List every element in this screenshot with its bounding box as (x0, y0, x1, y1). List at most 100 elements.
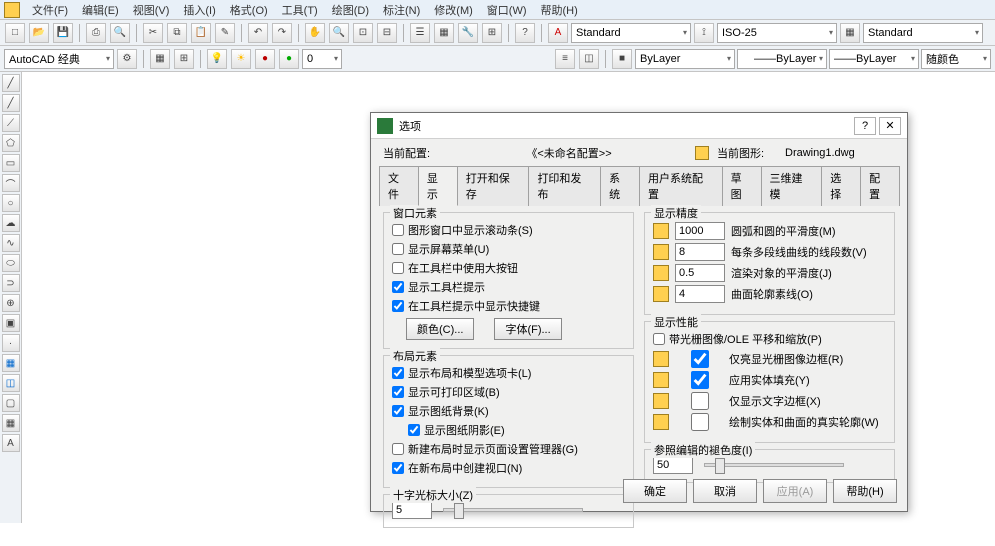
rect-icon[interactable]: ▭ (2, 154, 20, 172)
chk-tooltips[interactable]: 显示工具栏提示 (392, 279, 625, 295)
table-icon[interactable]: ▦ (2, 414, 20, 432)
block-icon[interactable]: ▣ (2, 314, 20, 332)
tab-select[interactable]: 选择 (821, 166, 861, 206)
pline-icon[interactable]: ⟋ (2, 114, 20, 132)
match-icon[interactable]: ✎ (215, 23, 235, 43)
pan-icon[interactable]: ✋ (305, 23, 325, 43)
crosshair-input[interactable] (392, 501, 432, 519)
textstyle-icon[interactable]: A (548, 23, 568, 43)
chk-viewport[interactable]: 在新布局中创建视口(N) (392, 460, 625, 476)
fade-input[interactable] (653, 456, 693, 474)
menu-view[interactable]: 视图(V) (127, 0, 176, 20)
ellipsearc-icon[interactable]: ⊃ (2, 274, 20, 292)
arc-smooth-input[interactable] (675, 222, 725, 240)
apply-button[interactable]: 应用(A) (763, 479, 827, 503)
redo-icon[interactable]: ↷ (272, 23, 292, 43)
line-icon[interactable]: ╱ (2, 74, 20, 92)
circle-icon[interactable]: ○ (2, 194, 20, 212)
copy-icon[interactable]: ⧉ (167, 23, 187, 43)
ok-button[interactable]: 确定 (623, 479, 687, 503)
menu-draw[interactable]: 绘图(D) (326, 0, 375, 20)
menu-dim[interactable]: 标注(N) (377, 0, 426, 20)
lock-icon[interactable]: ● (255, 49, 275, 69)
chk-layouttabs[interactable]: 显示布局和模型选项卡(L) (392, 365, 625, 381)
layermgr-icon[interactable]: ≡ (555, 49, 575, 69)
tab-display[interactable]: 显示 (418, 166, 458, 206)
chk-scrollbars[interactable]: 图形窗口中显示滚动条(S) (392, 222, 625, 238)
crosshair-slider[interactable] (443, 508, 583, 512)
close-button[interactable]: ✕ (879, 117, 901, 135)
grid-icon[interactable]: ▦ (150, 49, 170, 69)
ellipse-icon[interactable]: ⬭ (2, 254, 20, 272)
cut-icon[interactable]: ✂ (143, 23, 163, 43)
fonts-button[interactable]: 字体(F)... (494, 318, 561, 340)
menu-file[interactable]: 文件(F) (26, 0, 74, 20)
tab-system[interactable]: 系统 (600, 166, 640, 206)
snap-icon[interactable]: ⊞ (174, 49, 194, 69)
revcloud-icon[interactable]: ☁ (2, 214, 20, 232)
textstyle-dropdown[interactable]: Standard (571, 23, 691, 43)
help-icon[interactable]: ? (515, 23, 535, 43)
chk-textframe[interactable]: 仅显示文字边框(X) (675, 392, 821, 410)
layer-num[interactable]: 0 (302, 49, 342, 69)
chk-screenmenu[interactable]: 显示屏幕菜单(U) (392, 241, 625, 257)
print-icon[interactable]: ⎙ (86, 23, 106, 43)
chk-raster[interactable]: 仅亮显光栅图像边框(R) (675, 350, 843, 368)
gradient-icon[interactable]: ◫ (2, 374, 20, 392)
chk-shortcuts[interactable]: 在工具栏提示中显示快捷键 (392, 298, 625, 314)
chk-solidfill[interactable]: 应用实体填充(Y) (675, 371, 810, 389)
zoom-icon[interactable]: 🔍 (329, 23, 349, 43)
fade-slider[interactable] (704, 463, 844, 467)
color-swatch[interactable]: ■ (612, 49, 632, 69)
arc-icon[interactable]: ⌒ (2, 174, 20, 192)
open-icon[interactable]: 📂 (29, 23, 49, 43)
new-icon[interactable]: □ (5, 23, 25, 43)
paste-icon[interactable]: 📋 (191, 23, 211, 43)
freeze-icon[interactable]: ☀ (231, 49, 251, 69)
menu-edit[interactable]: 编辑(E) (76, 0, 125, 20)
menu-insert[interactable]: 插入(I) (177, 0, 221, 20)
colors-button[interactable]: 颜色(C)... (406, 318, 474, 340)
zoomp-icon[interactable]: ⊟ (377, 23, 397, 43)
hatch-icon[interactable]: ▦ (2, 354, 20, 372)
props-icon[interactable]: ☰ (410, 23, 430, 43)
dc-icon[interactable]: ▦ (434, 23, 454, 43)
lwt-dropdown[interactable]: 随颜色 (921, 49, 991, 69)
tab-3d[interactable]: 三维建模 (761, 166, 823, 206)
chk-paperbg[interactable]: 显示图纸背景(K) (392, 403, 625, 419)
workspace-dropdown[interactable]: AutoCAD 经典 (4, 49, 114, 69)
help-button[interactable]: ? (854, 117, 876, 135)
chk-silhouette[interactable]: 绘制实体和曲面的真实轮廓(W) (675, 413, 879, 431)
tablestyle-icon[interactable]: ▦ (840, 23, 860, 43)
spline-icon[interactable]: ∿ (2, 234, 20, 252)
layer-dropdown[interactable]: ByLayer (635, 49, 735, 69)
chk-printarea[interactable]: 显示可打印区域(B) (392, 384, 625, 400)
tab-opensave[interactable]: 打开和保存 (457, 166, 530, 206)
menu-help[interactable]: 帮助(H) (535, 0, 584, 20)
chk-pagesetup[interactable]: 新建布局时显示页面设置管理器(G) (392, 441, 625, 457)
polygon-icon[interactable]: ⬠ (2, 134, 20, 152)
menu-tools[interactable]: 工具(T) (276, 0, 324, 20)
calc-icon[interactable]: ⊞ (482, 23, 502, 43)
xline-icon[interactable]: ╱ (2, 94, 20, 112)
contour-input[interactable] (675, 285, 725, 303)
chk-papershadow[interactable]: 显示图纸阴影(E) (392, 422, 625, 438)
layer-icon[interactable]: 💡 (207, 49, 227, 69)
tab-profiles[interactable]: 配置 (860, 166, 900, 206)
plot-icon[interactable]: ● (279, 49, 299, 69)
color-dropdown[interactable]: —— ByLayer (737, 49, 827, 69)
menu-modify[interactable]: 修改(M) (428, 0, 479, 20)
menu-window[interactable]: 窗口(W) (481, 0, 533, 20)
help-button[interactable]: 帮助(H) (833, 479, 897, 503)
pline-seg-input[interactable] (675, 243, 725, 261)
undo-icon[interactable]: ↶ (248, 23, 268, 43)
insert-icon[interactable]: ⊕ (2, 294, 20, 312)
save-icon[interactable]: 💾 (53, 23, 73, 43)
zoomw-icon[interactable]: ⊡ (353, 23, 373, 43)
dialog-titlebar[interactable]: 选项 ? ✕ (371, 113, 907, 139)
menu-format[interactable]: 格式(O) (224, 0, 274, 20)
tab-file[interactable]: 文件 (379, 166, 419, 206)
mtext-icon[interactable]: A (2, 434, 20, 452)
ws-settings-icon[interactable]: ⚙ (117, 49, 137, 69)
render-smooth-input[interactable] (675, 264, 725, 282)
